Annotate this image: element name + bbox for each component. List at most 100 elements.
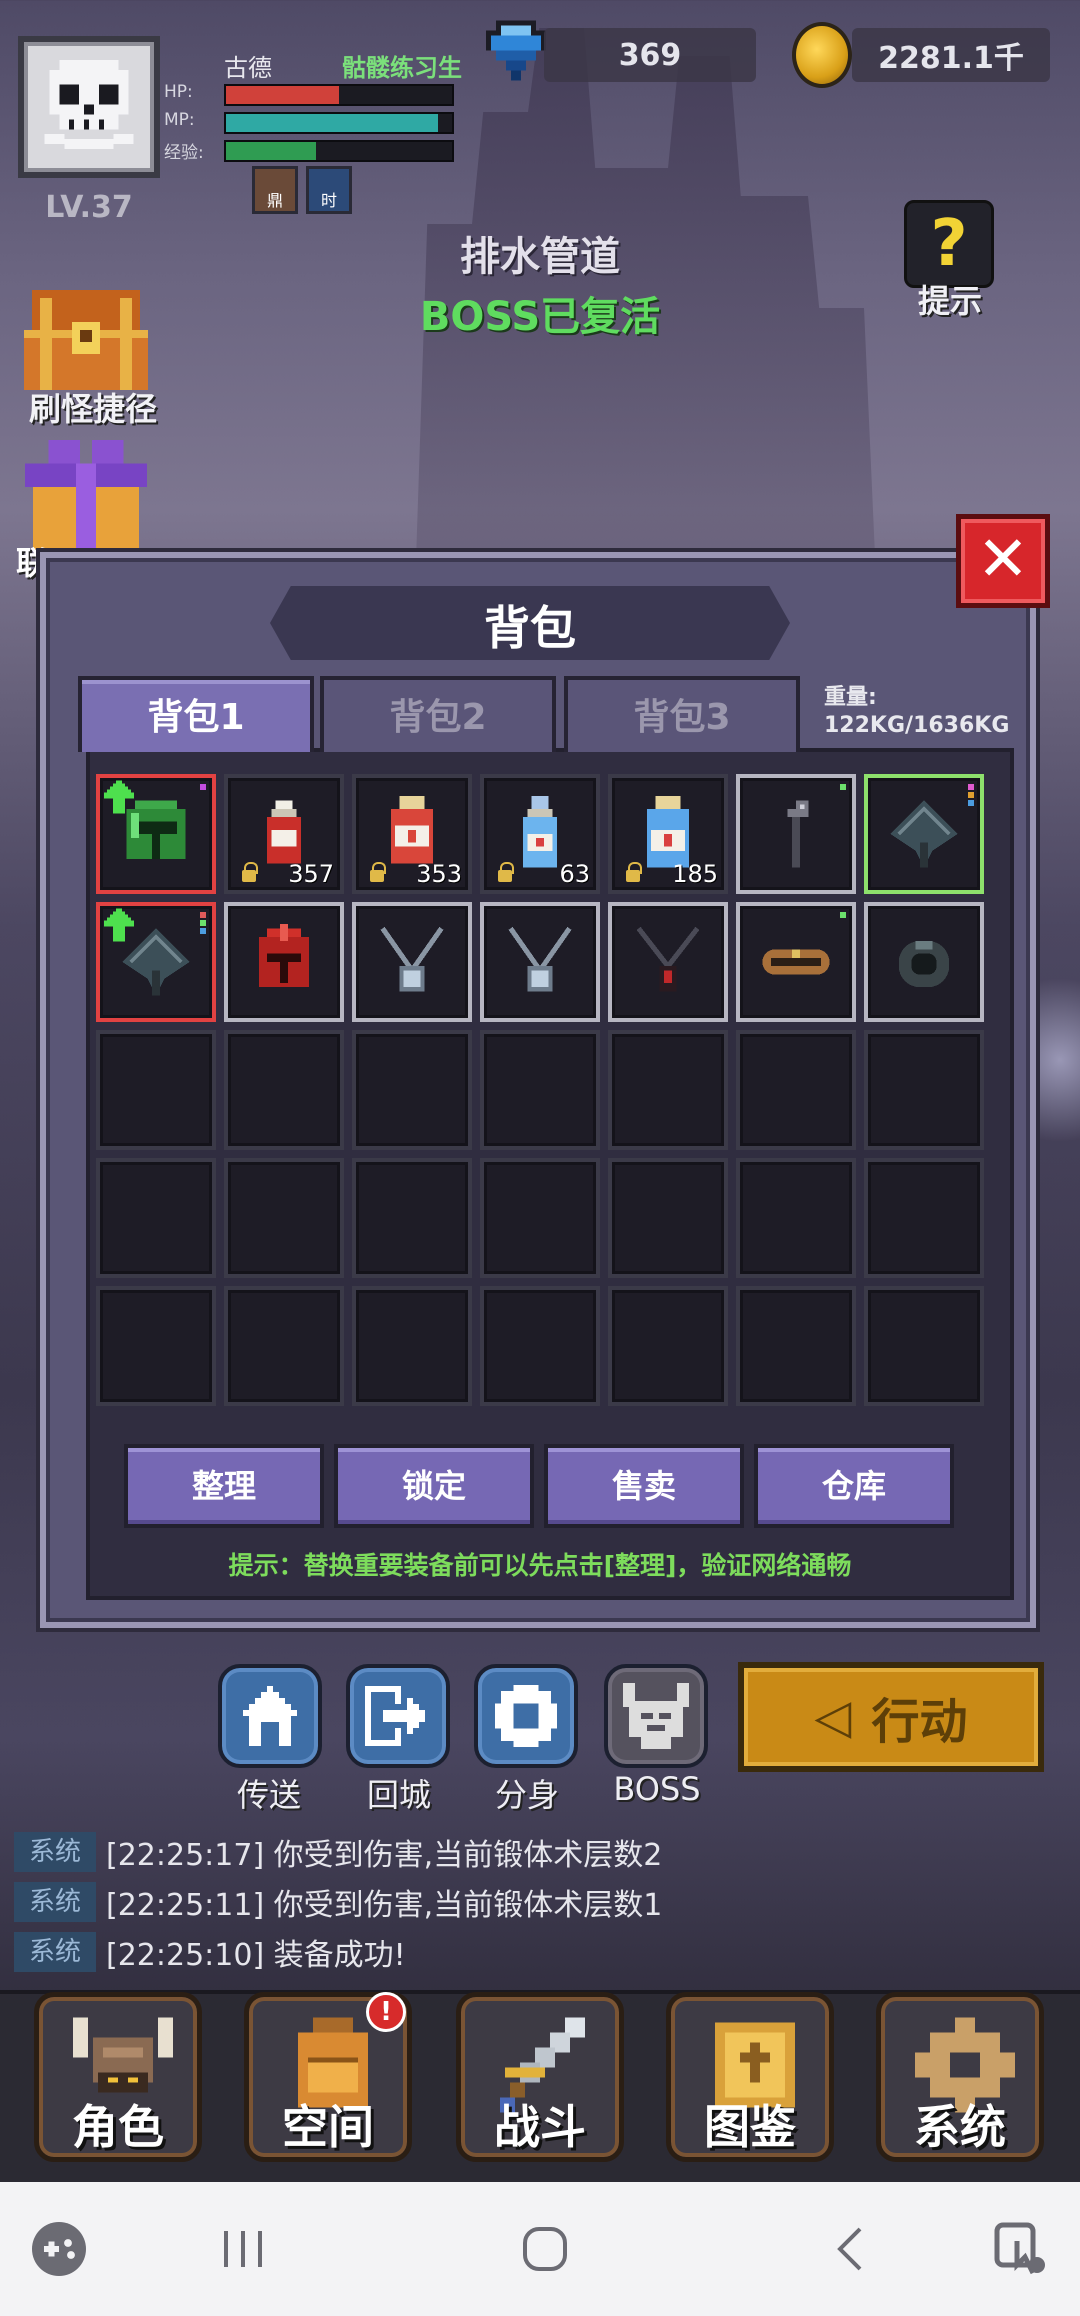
game-launcher-icon[interactable] — [24, 2214, 94, 2284]
back-button[interactable] — [814, 2214, 884, 2284]
mp-label: MP: — [164, 110, 195, 130]
log-row: 系统 [22:25:10] 装备成功! — [14, 1930, 406, 1974]
sell-button[interactable]: 售卖 — [544, 1444, 744, 1528]
nav-system[interactable]: 系统 — [876, 1992, 1044, 2162]
teleport-button[interactable] — [218, 1664, 322, 1768]
nav-battle-label: 战斗 — [494, 2100, 586, 2154]
inventory-slot[interactable] — [352, 902, 472, 1022]
inventory-slot[interactable] — [736, 774, 856, 894]
inventory-slot[interactable] — [608, 902, 728, 1022]
inventory-slot[interactable] — [480, 1158, 600, 1278]
gear-shield-icon — [495, 1685, 557, 1747]
return-city-button[interactable] — [346, 1664, 450, 1768]
inventory-slot[interactable] — [352, 1286, 472, 1406]
demon-icon — [623, 1683, 689, 1749]
log-tag: 系统 — [14, 1882, 96, 1922]
quality-dots — [200, 912, 206, 936]
inventory-slot[interactable] — [96, 902, 216, 1022]
close-button[interactable]: ✕ — [956, 514, 1050, 608]
inventory-slot[interactable] — [736, 1030, 856, 1150]
buff-ding[interactable]: 鼎 — [252, 166, 298, 214]
inventory-slot[interactable] — [608, 1158, 728, 1278]
teleport-label: 传送 — [236, 1776, 301, 1814]
quality-dots — [840, 784, 846, 792]
treasure-chest-icon[interactable] — [24, 290, 148, 390]
inventory-slot[interactable] — [864, 774, 984, 894]
hp-bar — [224, 84, 454, 106]
inventory-slot[interactable] — [480, 902, 600, 1022]
quality-dot — [968, 784, 974, 790]
gift-box-icon[interactable] — [24, 440, 148, 550]
close-icon: ✕ — [977, 522, 1029, 595]
player-title: 骷髅练习生 — [342, 54, 462, 82]
screen-assist-button[interactable] — [986, 2214, 1056, 2284]
warehouse-button[interactable]: 仓库 — [754, 1444, 954, 1528]
gem-icon — [486, 20, 546, 81]
skull-icon — [44, 60, 134, 150]
nav-codex[interactable]: 图鉴 — [666, 1992, 834, 2162]
inventory-slot[interactable] — [864, 1158, 984, 1278]
player-level: LV.37 — [45, 190, 133, 225]
quality-dot — [840, 912, 846, 918]
hint-button[interactable]: ? — [904, 200, 994, 288]
lock-icon — [242, 862, 258, 882]
buff-ding-label: 鼎 — [266, 191, 283, 210]
nav-battle[interactable]: 战斗 — [456, 1992, 624, 2162]
recent-apps-button[interactable] — [208, 2214, 278, 2284]
inventory-slot[interactable] — [96, 1030, 216, 1150]
exit-icon — [365, 1686, 425, 1746]
log-tag: 系统 — [14, 1832, 96, 1872]
inventory-slot[interactable]: 353 — [352, 774, 472, 894]
boss-label: BOSS — [613, 1770, 701, 1808]
buff-shi[interactable]: 时 — [306, 166, 352, 214]
inventory-slot[interactable] — [96, 1286, 216, 1406]
inventory-slot[interactable] — [96, 774, 216, 894]
clone-button[interactable] — [474, 1664, 578, 1768]
inventory-slot[interactable] — [480, 1286, 600, 1406]
inventory-slot[interactable] — [224, 1286, 344, 1406]
quality-dot — [200, 784, 206, 790]
mp-bar-fill — [226, 114, 439, 132]
inventory-slot[interactable] — [352, 1158, 472, 1278]
inventory-slot[interactable] — [736, 1158, 856, 1278]
inventory-slot[interactable] — [224, 1158, 344, 1278]
inventory-slot[interactable] — [480, 1030, 600, 1150]
nav-character[interactable]: 角色 — [34, 1992, 202, 2162]
amulet-icon — [380, 926, 444, 992]
inventory-slot[interactable]: 63 — [480, 774, 600, 894]
inventory-slot[interactable] — [608, 1286, 728, 1406]
inventory-slot[interactable] — [224, 1030, 344, 1150]
tab-bag-2[interactable]: 背包2 — [320, 676, 556, 752]
touch-icon — [994, 2222, 1045, 2275]
boss-button[interactable] — [604, 1664, 708, 1768]
inventory-slot[interactable] — [864, 902, 984, 1022]
tab-bag-3[interactable]: 背包3 — [564, 676, 800, 752]
inventory-slot[interactable]: 357 — [224, 774, 344, 894]
tab-bag-1[interactable]: 背包1 — [78, 676, 314, 752]
weight-info: 重量: 122KG/1636KG — [824, 684, 1009, 740]
inventory-slot[interactable] — [224, 902, 344, 1022]
inventory-slot[interactable] — [352, 1030, 472, 1150]
home-system-button[interactable] — [510, 2214, 580, 2284]
map-name: 排水管道 — [460, 234, 620, 280]
inventory-slot[interactable]: 185 — [608, 774, 728, 894]
player-avatar[interactable] — [18, 36, 160, 178]
item-quantity: 353 — [416, 860, 462, 888]
boss-status: BOSS已复活 — [419, 294, 661, 340]
inventory-slot[interactable] — [864, 1286, 984, 1406]
nav-codex-label: 图鉴 — [704, 2100, 796, 2154]
inventory-slot[interactable] — [864, 1030, 984, 1150]
log-text: [22:25:11] 你受到伤害,当前锻体术层数1 — [106, 1888, 663, 1923]
lock-button[interactable]: 锁定 — [334, 1444, 534, 1528]
sort-button[interactable]: 整理 — [124, 1444, 324, 1528]
inventory-slot[interactable] — [96, 1158, 216, 1278]
inventory-slot[interactable] — [736, 1286, 856, 1406]
fan-icon — [890, 800, 958, 868]
action-label: 行动 — [871, 1694, 968, 1750]
inventory-slot[interactable] — [736, 902, 856, 1022]
mp-bar — [224, 112, 454, 134]
action-button[interactable]: ◁ 行动 — [738, 1662, 1044, 1772]
log-row: 系统 [22:25:17] 你受到伤害,当前锻体术层数2 — [14, 1830, 662, 1874]
gem-count: 369 — [544, 28, 756, 82]
inventory-slot[interactable] — [608, 1030, 728, 1150]
